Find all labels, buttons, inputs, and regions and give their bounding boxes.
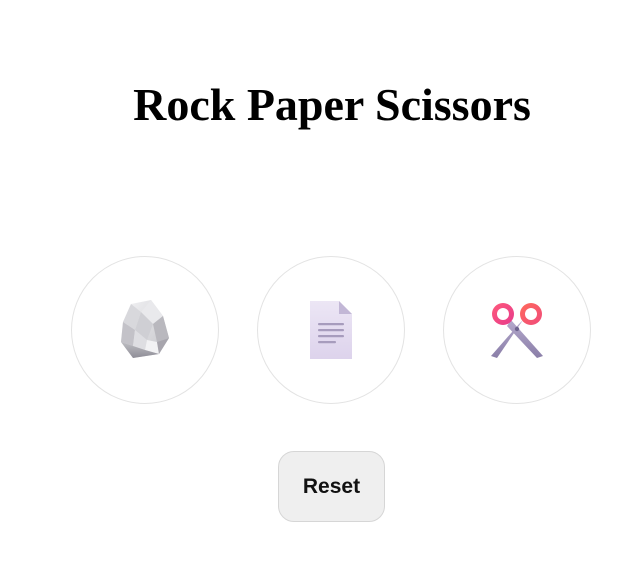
paper-choice-button[interactable] xyxy=(257,256,405,404)
scissors-choice-button[interactable] xyxy=(443,256,591,404)
game-page: Rock Paper Scissors Reset xyxy=(0,0,627,569)
paper-icon xyxy=(306,299,356,361)
reset-button[interactable]: Reset xyxy=(278,451,385,522)
rock-choice-button[interactable] xyxy=(71,256,219,404)
page-title: Rock Paper Scissors xyxy=(133,79,531,130)
scissors-icon xyxy=(485,298,549,362)
rock-icon xyxy=(117,298,173,362)
